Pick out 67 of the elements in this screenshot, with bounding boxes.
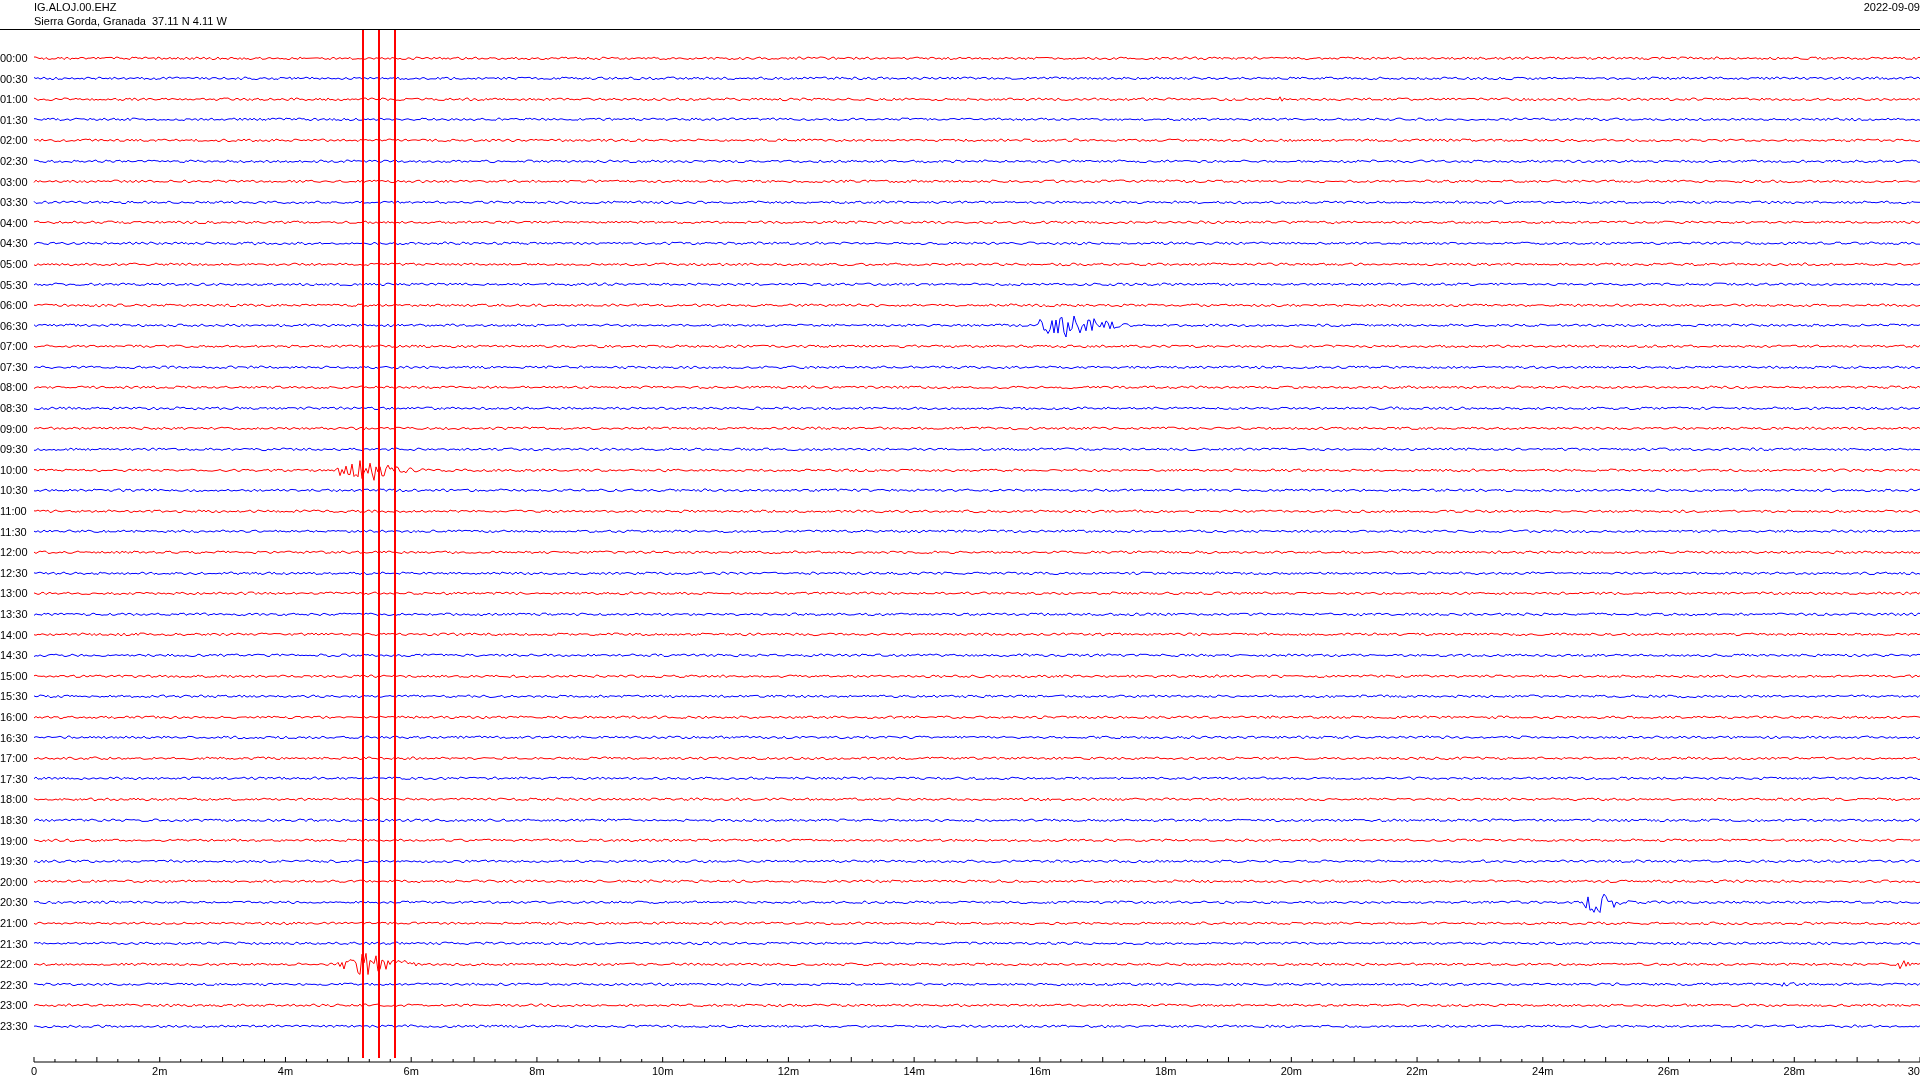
time-label: 07:00: [0, 340, 29, 353]
time-label: 14:30: [0, 649, 29, 662]
time-label: 06:00: [0, 299, 29, 312]
axis-label: 4m: [277, 1065, 294, 1078]
time-label: 10:30: [0, 484, 29, 497]
axis-label: 0: [30, 1065, 38, 1078]
time-label: 11:00: [0, 505, 28, 518]
time-label: 02:00: [0, 134, 29, 147]
time-label: 20:00: [0, 875, 29, 888]
time-label: 11:30: [0, 525, 28, 538]
time-label: 12:00: [0, 546, 29, 559]
time-label: 23:30: [0, 1019, 29, 1032]
station-location: Sierra Gorda, Granada 37.11 N 4.11 W: [34, 14, 227, 28]
time-label: 01:00: [0, 93, 29, 106]
time-label: 16:00: [0, 711, 29, 723]
time-label: 09:30: [0, 443, 29, 456]
time-label: 05:30: [0, 278, 29, 291]
time-label: 18:30: [0, 813, 29, 826]
time-label: 00:30: [0, 72, 29, 85]
date-label: 2022-09-09: [1863, 0, 1920, 15]
axis-label: 24m: [1532, 1065, 1554, 1078]
time-label: 17:30: [0, 772, 29, 785]
time-label: 03:00: [0, 175, 29, 188]
time-label: 15:30: [0, 690, 29, 703]
time-label: 22:30: [0, 978, 29, 991]
axis-label: 10m: [651, 1065, 674, 1078]
time-label: 08:00: [0, 381, 29, 394]
axis-label: 30: [1907, 1065, 1920, 1078]
time-label: 06:30: [0, 319, 29, 332]
time-label: 02:30: [0, 154, 29, 167]
time-label: 05:00: [0, 257, 29, 270]
time-label: 14:00: [0, 628, 29, 641]
axis-label: 8m: [529, 1065, 545, 1078]
time-label: 21:00: [0, 916, 29, 929]
time-label: 18:00: [0, 793, 29, 806]
station-code: IG.ALOJ.00.EHZ: [34, 0, 118, 14]
axis-label: 12m: [777, 1065, 800, 1078]
axis-label: 2m: [152, 1065, 168, 1078]
axis-label: 18m: [1154, 1065, 1177, 1078]
axis-label: 6m: [403, 1065, 419, 1078]
axis-label: 16m: [1029, 1065, 1051, 1078]
time-label: 20:30: [0, 896, 29, 909]
time-label: 16:30: [0, 731, 29, 744]
axis-label: 14m: [903, 1065, 925, 1078]
time-label: 12:30: [0, 566, 29, 579]
axis-label: 26m: [1657, 1065, 1680, 1078]
time-label: 03:30: [0, 196, 29, 209]
time-label: 19:30: [0, 855, 29, 868]
axis-label: 20m: [1280, 1065, 1303, 1078]
time-label: 00:00: [0, 52, 29, 64]
time-label: 23:00: [0, 999, 29, 1012]
time-label: 04:30: [0, 237, 29, 250]
time-label: 08:30: [0, 402, 29, 415]
time-label: 04:00: [0, 216, 29, 229]
time-label: 07:30: [0, 360, 29, 373]
axis-label: 22m: [1406, 1065, 1428, 1078]
time-label: 22:00: [0, 958, 29, 971]
time-label: 09:00: [0, 422, 29, 435]
time-label: 17:00: [0, 752, 29, 765]
time-label: 10:00: [0, 463, 29, 476]
time-label: 15:00: [0, 669, 29, 682]
axis-label: 28m: [1783, 1065, 1805, 1078]
time-label: 13:30: [0, 608, 29, 620]
time-label: 21:30: [0, 937, 29, 950]
time-label: 13:00: [0, 587, 29, 600]
time-label: 01:30: [0, 113, 29, 126]
time-label: 19:00: [0, 834, 29, 847]
